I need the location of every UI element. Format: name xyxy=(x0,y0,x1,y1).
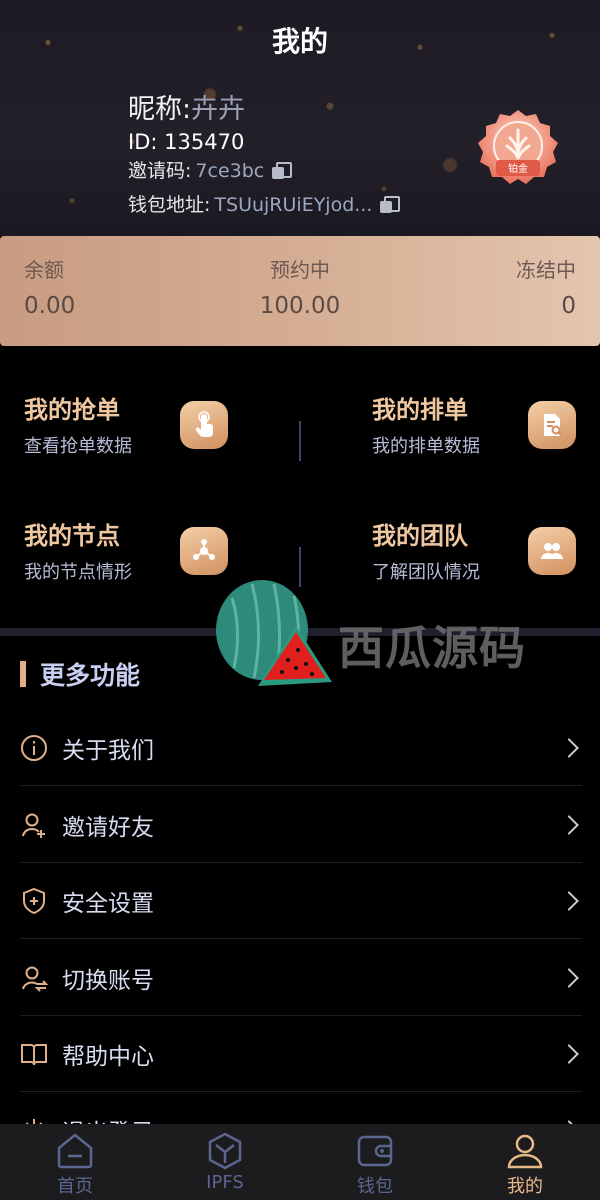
book-icon xyxy=(21,1043,47,1065)
grid-item-title: 我的节点 xyxy=(24,522,120,550)
switch-user-icon xyxy=(22,966,48,992)
tab-label: 我的 xyxy=(507,1176,543,1197)
menu-item-label: 安全设置 xyxy=(62,890,154,917)
nickname-label: 昵称: xyxy=(128,94,192,125)
invite-code-value: 7ce3bc xyxy=(195,160,265,182)
node-network-icon xyxy=(180,527,228,575)
platinum-badge-icon: 铂金 xyxy=(478,110,558,184)
profile-icon xyxy=(507,1134,543,1169)
menu-item-switch-account[interactable]: 切换账号 xyxy=(20,940,582,1016)
team-icon xyxy=(528,527,576,575)
wallet-icon xyxy=(357,1135,393,1167)
tab-label: IPFS xyxy=(206,1172,244,1193)
tab-label: 钱包 xyxy=(357,1176,393,1197)
tab-ipfs[interactable]: IPFS xyxy=(150,1124,300,1200)
menu-item-label: 邀请好友 xyxy=(62,814,154,841)
watermark-text: 西瓜源码 xyxy=(338,621,526,675)
nickname-row: 昵称:卉卉 xyxy=(128,92,398,128)
add-user-icon xyxy=(22,813,45,838)
menu-item-security[interactable]: 安全设置 xyxy=(20,863,582,939)
chevron-right-icon xyxy=(559,967,579,988)
user-id-label: ID: xyxy=(128,130,158,154)
chevron-right-icon xyxy=(559,737,579,758)
grid-item-title: 我的团队 xyxy=(372,522,468,550)
tab-wallet[interactable]: 钱包 xyxy=(300,1124,450,1200)
invite-code-label: 邀请码: xyxy=(128,160,192,182)
user-id-row: ID: 135470 xyxy=(128,128,398,156)
grid-divider xyxy=(299,421,301,461)
menu-item-label: 帮助中心 xyxy=(62,1043,154,1070)
info-icon xyxy=(21,734,47,761)
profile-header: 我的 昵称:卉卉 ID: 135470 邀请码: 7ce3bc 钱包地址: TS… xyxy=(0,0,600,236)
profile-info: 昵称:卉卉 ID: 135470 邀请码: 7ce3bc 钱包地址: TSUuj… xyxy=(128,92,401,220)
document-search-icon xyxy=(528,401,576,449)
tab-home[interactable]: 首页 xyxy=(0,1124,150,1200)
user-id-value: 135470 xyxy=(164,130,245,154)
balance-label: 余额 xyxy=(24,258,64,282)
grid-item-subtitle: 我的排单数据 xyxy=(372,436,480,457)
wallet-address-label: 钱包地址: xyxy=(128,194,211,216)
balance-value: 0.00 xyxy=(24,293,76,319)
grid-item-title: 我的排单 xyxy=(372,396,468,424)
menu-item-invite[interactable]: 邀请好友 xyxy=(20,787,582,863)
frozen-value: 0 xyxy=(561,293,576,319)
balance-item: 余额 0.00 xyxy=(24,256,75,326)
menu-item-label: 切换账号 xyxy=(62,967,154,994)
reserved-item: 预约中 100.00 xyxy=(200,256,400,326)
frozen-item: 冻结中 0 xyxy=(516,256,576,326)
ipfs-icon xyxy=(208,1132,242,1170)
grid-item-title: 我的抢单 xyxy=(24,396,120,424)
reserved-label: 预约中 xyxy=(270,258,330,282)
copy-icon[interactable] xyxy=(272,162,293,180)
section-accent-bar xyxy=(20,661,26,687)
tab-label: 首页 xyxy=(57,1176,93,1197)
balance-card: 余额 0.00 预约中 100.00 冻结中 0 xyxy=(0,236,600,346)
chevron-right-icon xyxy=(559,1043,579,1064)
bottom-tab-bar: 首页 IPFS 钱包 我的 xyxy=(0,1124,600,1200)
tap-hand-icon xyxy=(180,401,228,449)
page-title: 我的 xyxy=(271,25,328,58)
chevron-right-icon xyxy=(559,890,579,911)
invite-code-row: 邀请码: 7ce3bc xyxy=(128,156,398,186)
menu-item-help[interactable]: 帮助中心 xyxy=(20,1016,582,1092)
grid-item-subtitle: 查看抢单数据 xyxy=(24,436,132,457)
watermark: 西瓜源码 xyxy=(212,578,532,694)
chevron-right-icon xyxy=(559,814,579,835)
more-functions-header: 更多功能 xyxy=(20,656,140,692)
wallet-address-row: 钱包地址: TSUujRUiEYjod... xyxy=(128,190,401,220)
watermelon-logo-icon xyxy=(216,580,332,686)
nickname-value: 卉卉 xyxy=(191,94,246,125)
tab-profile[interactable]: 我的 xyxy=(450,1124,600,1200)
badge-label: 铂金 xyxy=(508,162,528,175)
frozen-label: 冻结中 xyxy=(516,258,576,282)
reserved-value: 100.00 xyxy=(259,293,341,319)
grid-item-my-orders[interactable]: 我的抢单 查看抢单数据 xyxy=(0,370,300,480)
wallet-address-value: TSUujRUiEYjod... xyxy=(214,194,373,216)
menu-item-label: 关于我们 xyxy=(62,737,154,764)
home-icon xyxy=(57,1133,93,1169)
more-functions-title: 更多功能 xyxy=(40,661,141,690)
grid-item-subtitle: 我的节点情形 xyxy=(24,562,132,583)
grid-item-my-queue[interactable]: 我的排单 我的排单数据 xyxy=(348,370,600,480)
shield-icon xyxy=(23,887,45,914)
menu-item-about[interactable]: 关于我们 xyxy=(20,710,582,786)
copy-icon[interactable] xyxy=(380,196,401,214)
